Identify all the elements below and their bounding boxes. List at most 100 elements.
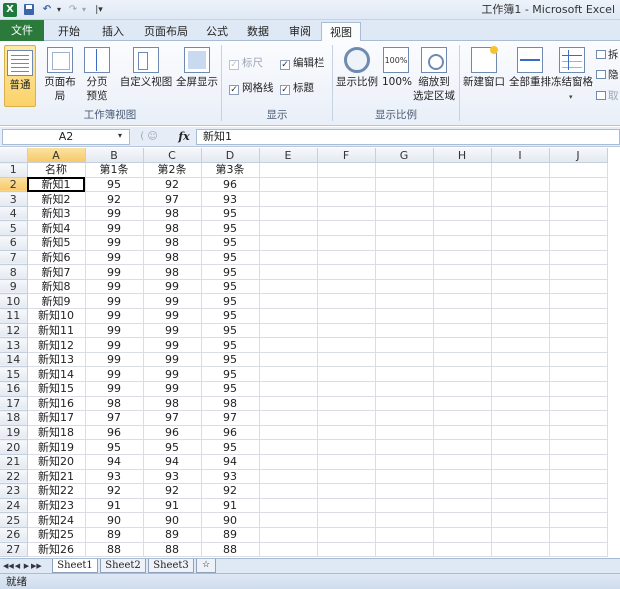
column-header-g[interactable]: G [375, 148, 434, 164]
cell-c27[interactable]: 88 [143, 542, 202, 558]
cell-i21[interactable] [491, 454, 550, 470]
column-header-e[interactable]: E [259, 148, 318, 164]
cell-j7[interactable] [549, 250, 608, 266]
cell-a3[interactable]: 新知2 [27, 191, 86, 207]
cell-c17[interactable]: 98 [143, 396, 202, 412]
cell-f2[interactable] [317, 177, 376, 193]
cell-a14[interactable]: 新知13 [27, 352, 86, 368]
cell-c10[interactable]: 99 [143, 293, 202, 310]
cell-i12[interactable] [491, 323, 550, 339]
cell-f23[interactable] [317, 483, 376, 499]
cell-f15[interactable] [317, 366, 376, 382]
cell-h12[interactable] [433, 323, 492, 339]
sheet-tab-sheet3[interactable]: Sheet3 [148, 559, 194, 573]
cell-f3[interactable] [317, 191, 376, 207]
cell-a19[interactable]: 新知18 [27, 425, 86, 441]
cell-g3[interactable] [375, 191, 434, 207]
cell-d10[interactable]: 95 [201, 293, 260, 310]
cell-i20[interactable] [491, 439, 550, 455]
column-header-f[interactable]: F [317, 148, 376, 164]
cell-i6[interactable] [491, 235, 550, 251]
cell-c25[interactable]: 90 [143, 512, 202, 528]
cell-d5[interactable]: 95 [201, 220, 260, 237]
cell-g22[interactable] [375, 469, 434, 485]
cell-b6[interactable]: 99 [85, 235, 144, 251]
cell-b5[interactable]: 99 [85, 220, 144, 237]
row-header[interactable]: 6 [0, 235, 28, 251]
cell-d21[interactable]: 94 [201, 454, 260, 470]
cell-e14[interactable] [259, 352, 318, 368]
formula-input[interactable]: 新知1 [196, 129, 620, 145]
cell-a9[interactable]: 新知8 [27, 279, 86, 295]
cell-e25[interactable] [259, 512, 318, 528]
cell-d8[interactable]: 95 [201, 264, 260, 280]
cell-h20[interactable] [433, 439, 492, 455]
cell-b18[interactable]: 97 [85, 410, 144, 426]
cell-i17[interactable] [491, 396, 550, 412]
cell-d27[interactable]: 88 [201, 542, 260, 558]
cell-j12[interactable] [549, 323, 608, 339]
worksheet-grid[interactable]: ABCDEFGHIJ 1 名称 第1条 第2条 第3条 2 新知1 95 92 96 3 新知2 92 9… [0, 148, 620, 558]
cell-g2[interactable] [375, 177, 434, 193]
cell-f17[interactable] [317, 396, 376, 412]
cell-j5[interactable] [549, 220, 608, 237]
undo-dropdown-icon[interactable]: ▾ [55, 3, 63, 17]
cell-d23[interactable]: 92 [201, 483, 260, 499]
cell-j1[interactable] [549, 162, 608, 178]
column-header-c[interactable]: C [143, 148, 202, 164]
cell-g1[interactable] [375, 162, 434, 178]
cell-g18[interactable] [375, 410, 434, 426]
cell-c18[interactable]: 97 [143, 410, 202, 426]
cell-h21[interactable] [433, 454, 492, 470]
cell-e4[interactable] [259, 206, 318, 222]
zoom-button[interactable]: 显示比例 [335, 47, 379, 89]
row-header[interactable]: 1 [0, 162, 28, 178]
cell-e6[interactable] [259, 235, 318, 251]
tab-page-layout[interactable]: 页面布局 [137, 22, 195, 41]
cell-e13[interactable] [259, 337, 318, 353]
freeze-panes-button[interactable]: 冻结窗格 [550, 47, 594, 89]
cell-c13[interactable]: 99 [143, 337, 202, 353]
row-header[interactable]: 4 [0, 206, 28, 222]
cell-f24[interactable] [317, 498, 376, 514]
cell-a8[interactable]: 新知7 [27, 264, 86, 280]
cell-f16[interactable] [317, 381, 376, 397]
cell-f9[interactable] [317, 279, 376, 295]
cell-c3[interactable]: 97 [143, 191, 202, 207]
row-header[interactable]: 15 [0, 366, 28, 382]
cell-a6[interactable]: 新知5 [27, 235, 86, 251]
page-break-preview-button[interactable]: 分页 预览 [84, 47, 110, 103]
cell-j3[interactable] [549, 191, 608, 207]
cell-a5[interactable]: 新知4 [27, 220, 86, 237]
cell-g17[interactable] [375, 396, 434, 412]
cell-g20[interactable] [375, 439, 434, 455]
cell-e11[interactable] [259, 308, 318, 324]
arrange-all-button[interactable]: 全部重排 [508, 47, 552, 89]
cell-g10[interactable] [375, 293, 434, 310]
cell-h14[interactable] [433, 352, 492, 368]
cell-h6[interactable] [433, 235, 492, 251]
sheet-tab-sheet1[interactable]: Sheet1 [52, 559, 98, 573]
cell-j6[interactable] [549, 235, 608, 251]
cell-g19[interactable] [375, 425, 434, 441]
cell-f22[interactable] [317, 469, 376, 485]
zoom-to-selection-button[interactable]: 缩放到 选定区域 [413, 47, 455, 103]
cell-a24[interactable]: 新知23 [27, 498, 86, 514]
row-header[interactable]: 5 [0, 220, 28, 237]
sheet-tab-sheet2[interactable]: Sheet2 [100, 559, 146, 573]
tab-formulas[interactable]: 公式 [198, 22, 236, 41]
row-header[interactable]: 25 [0, 512, 28, 528]
cell-b23[interactable]: 92 [85, 483, 144, 499]
cell-e9[interactable] [259, 279, 318, 295]
cell-a2[interactable]: 新知1 [27, 177, 86, 193]
cell-d3[interactable]: 93 [201, 191, 260, 207]
split-button[interactable]: 拆 [596, 49, 619, 62]
tab-review[interactable]: 审阅 [281, 22, 319, 41]
row-header[interactable]: 27 [0, 542, 28, 558]
cell-f6[interactable] [317, 235, 376, 251]
cell-d22[interactable]: 93 [201, 469, 260, 485]
cell-f8[interactable] [317, 264, 376, 280]
cell-d11[interactable]: 95 [201, 308, 260, 324]
cell-e8[interactable] [259, 264, 318, 280]
cell-i25[interactable] [491, 512, 550, 528]
